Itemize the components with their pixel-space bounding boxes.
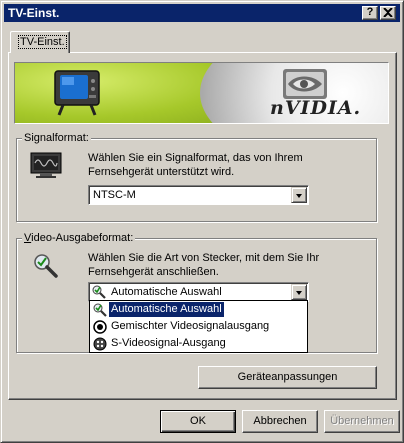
dropdown-option-label: Gemischter Videosignalausgang <box>111 320 270 332</box>
video-output-dropdown-list: Automatische Auswahl Gemischter Videosig… <box>89 300 308 353</box>
close-button[interactable] <box>380 6 396 20</box>
connector-search-icon <box>34 254 58 278</box>
dropdown-option-composite[interactable]: Gemischter Videosignalausgang <box>91 319 306 335</box>
dropdown-option-auto[interactable]: Automatische Auswahl <box>91 301 306 318</box>
signal-monitor-icon <box>30 152 62 178</box>
tab-tv-settings[interactable]: TV-Einst. <box>10 31 70 53</box>
signal-format-description: Wählen Sie ein Signalformat, das von Ihr… <box>88 152 303 178</box>
dropdown-option-label: S-Videosignal-Ausgang <box>111 337 226 349</box>
video-output-select[interactable]: Automatische Auswahl <box>88 282 309 302</box>
dialog-window: TV-Einst. ? TV-Einst. nVIDIA. Signalform… <box>0 0 404 443</box>
dropdown-option-svideo[interactable]: S-Videosignal-Ausgang <box>91 336 306 352</box>
help-button[interactable]: ? <box>362 6 378 20</box>
chevron-down-icon[interactable] <box>291 284 307 300</box>
nvidia-banner: nVIDIA. <box>14 62 389 124</box>
video-output-legend-text: ideo-Ausgabeformat: <box>31 232 134 244</box>
svideo-connector-icon <box>93 337 107 351</box>
chevron-down-icon[interactable] <box>291 187 307 203</box>
signal-format-value: NTSC-M <box>93 189 136 201</box>
video-output-value: Automatische Auswahl <box>111 286 222 298</box>
dropdown-option-label: Automatische Auswahl <box>108 301 225 318</box>
window-title: TV-Einst. <box>8 6 60 20</box>
tab-label: TV-Einst. <box>18 35 67 49</box>
signal-format-select[interactable]: NTSC-M <box>88 185 309 205</box>
nvidia-eye-logo <box>283 69 327 99</box>
video-output-description: Wählen Sie die Art von Stecker, mit dem … <box>88 252 320 278</box>
signal-format-legend: Signalformat: <box>22 132 91 145</box>
title-bar[interactable]: TV-Einst. ? <box>4 4 400 22</box>
device-adjustments-button[interactable]: Geräteanpassungen <box>198 366 377 389</box>
video-output-legend: Video-Ausgabeformat: <box>22 232 136 245</box>
nvidia-brand-text: nVIDIA. <box>270 97 362 119</box>
auto-select-icon <box>93 303 107 317</box>
tv-icon <box>54 70 100 116</box>
ok-button[interactable]: OK <box>160 410 236 433</box>
close-icon <box>383 7 393 18</box>
composite-connector-icon <box>93 320 107 334</box>
auto-select-icon <box>92 285 106 299</box>
cancel-button[interactable]: Abbrechen <box>242 410 318 433</box>
apply-button[interactable]: Übernehmen <box>324 410 400 433</box>
